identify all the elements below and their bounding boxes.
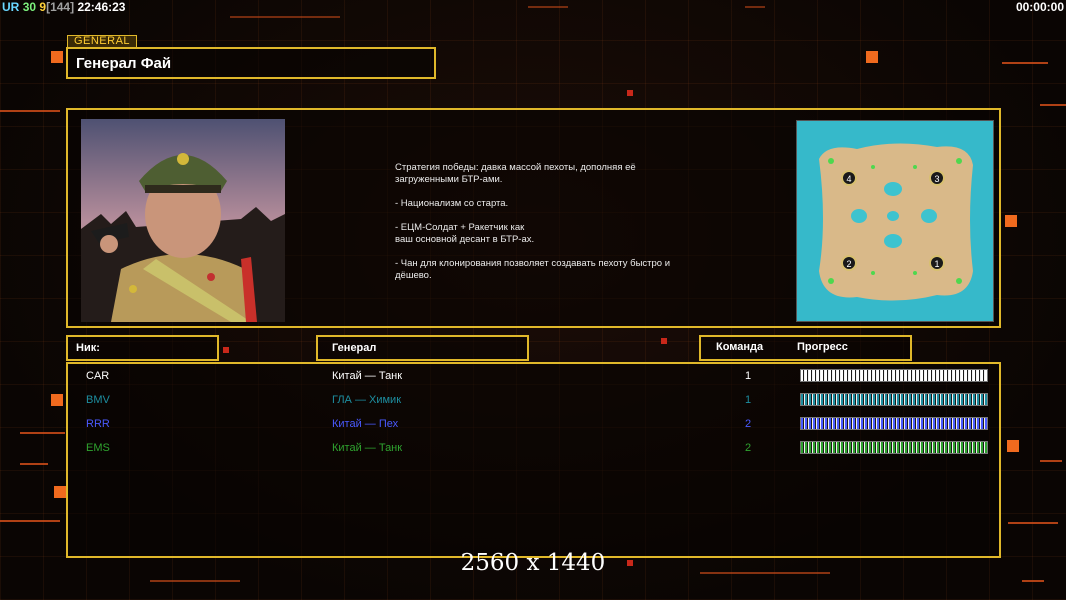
general-info-panel: Стратегия победы: давка массой пехоты, д… — [66, 108, 1001, 328]
player-general: Китай — Танк — [332, 442, 403, 454]
header-team-label: Команда — [716, 341, 764, 353]
header-nick: Ник: — [66, 335, 219, 361]
strategy-description: Стратегия победы: давка массой пехоты, д… — [395, 162, 671, 281]
general-portrait — [81, 119, 285, 322]
hud-fps: 30 — [22, 0, 37, 14]
player-nick: EMS — [86, 442, 110, 454]
bg-line — [1040, 460, 1062, 462]
player-row: EMS Китай — Танк 2 — [68, 439, 999, 459]
header-nick-label: Ник: — [76, 342, 100, 354]
player-progress-bar — [800, 393, 988, 406]
bg-line — [0, 520, 60, 522]
hud-clock: 22:46:23 — [77, 0, 126, 14]
player-team: 2 — [745, 418, 752, 430]
bg-square — [661, 338, 667, 344]
start-position-2: 2 — [846, 259, 851, 269]
start-position-4: 4 — [846, 174, 851, 184]
player-team: 1 — [745, 394, 752, 406]
bg-line — [230, 16, 340, 18]
bg-square — [223, 347, 229, 353]
header-progress-label: Прогресс — [797, 341, 848, 353]
bg-square — [627, 90, 633, 96]
header-general: Генерал — [316, 335, 529, 361]
bg-square — [51, 394, 63, 406]
bg-square — [1005, 215, 1017, 227]
player-progress-bar — [800, 369, 988, 382]
player-row: BMV ГЛА — Химик 1 — [68, 391, 999, 411]
player-progress-bar — [800, 417, 988, 430]
bg-line — [150, 580, 240, 582]
bg-line — [0, 110, 60, 112]
bg-line — [1040, 104, 1066, 106]
bg-line — [1002, 62, 1048, 64]
player-general: ГЛА — Химик — [332, 394, 402, 406]
player-team: 2 — [745, 442, 752, 454]
bg-line — [20, 463, 48, 465]
hud-bracket-value: [144] — [46, 0, 75, 14]
bg-line — [20, 432, 65, 434]
map-preview[interactable]: 4 3 2 1 — [796, 120, 994, 322]
hud-timer: 00:00:00 — [1015, 0, 1064, 14]
player-general: Китай — Пех — [332, 418, 399, 430]
hud-stats: UR 30 9[144] 22:46:23 — [2, 0, 125, 14]
player-nick: BMV — [86, 394, 110, 406]
player-team: 1 — [745, 370, 752, 382]
header-team-progress: Команда Прогресс — [699, 335, 912, 361]
bg-square — [51, 51, 63, 63]
bg-square — [1007, 440, 1019, 452]
player-general: Китай — Танк — [332, 370, 403, 382]
start-position-3: 3 — [934, 174, 939, 184]
hud-ur: UR — [2, 0, 20, 14]
bg-line — [1008, 522, 1058, 524]
general-name: Генерал Фай — [76, 55, 172, 72]
player-progress-bar — [800, 441, 988, 454]
players-table: CAR Китай — Танк 1 BMV ГЛА — Химик 1 RRR… — [66, 362, 1001, 558]
player-row: CAR Китай — Танк 1 — [68, 367, 999, 387]
bg-line — [1022, 580, 1044, 582]
header-general-label: Генерал — [332, 342, 377, 354]
bg-line — [745, 6, 765, 8]
bg-line — [528, 6, 568, 8]
player-nick: RRR — [86, 418, 110, 430]
player-row: RRR Китай — Пех 2 — [68, 415, 999, 435]
bg-square — [54, 486, 66, 498]
resolution-label: 2560 x 1440 — [460, 550, 606, 576]
start-position-1: 1 — [934, 259, 939, 269]
bg-square — [866, 51, 878, 63]
general-title-box: Генерал Фай — [66, 47, 436, 79]
player-nick: CAR — [86, 370, 110, 382]
